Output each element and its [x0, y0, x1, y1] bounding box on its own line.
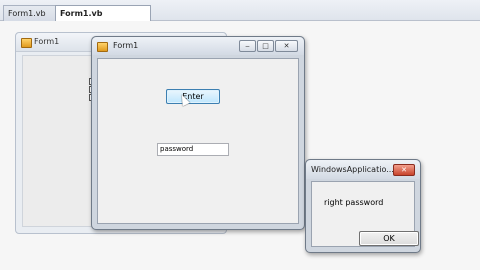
ok-button[interactable]: OK: [359, 231, 419, 246]
close-icon[interactable]: ✕: [275, 40, 298, 52]
tab-form1-design[interactable]: Form1.vb [Design]×: [55, 5, 151, 33]
form1-titlebar[interactable]: Form1 ‒ □ ✕: [92, 37, 304, 55]
form-icon: [97, 42, 108, 52]
maximize-icon[interactable]: □: [257, 40, 274, 52]
form1-window: Form1 ‒ □ ✕: [91, 36, 305, 230]
design-form-title: Form1: [34, 37, 60, 46]
minimize-icon[interactable]: ‒: [239, 40, 256, 52]
form1-title: Form1: [113, 41, 139, 50]
enter-button[interactable]: Enter: [166, 89, 220, 104]
message-box-title: WindowsApplicatio...: [311, 165, 394, 174]
form-icon: [21, 38, 32, 48]
form1-client-area: [97, 58, 299, 224]
message-box-client: right password OK: [311, 181, 419, 247]
tab-label: Form1.vb: [8, 9, 46, 18]
password-input[interactable]: password: [157, 143, 229, 156]
tab-form1-vb[interactable]: Form1.vb: [3, 5, 59, 21]
message-box: WindowsApplicatio... ✕ right password OK: [305, 159, 421, 253]
message-text: right password: [324, 198, 384, 207]
caption-buttons: ‒ □ ✕: [238, 40, 298, 52]
document-tab-strip: Form1.vb Form1.vb [Design]×: [0, 0, 480, 33]
close-icon[interactable]: ✕: [393, 164, 415, 176]
